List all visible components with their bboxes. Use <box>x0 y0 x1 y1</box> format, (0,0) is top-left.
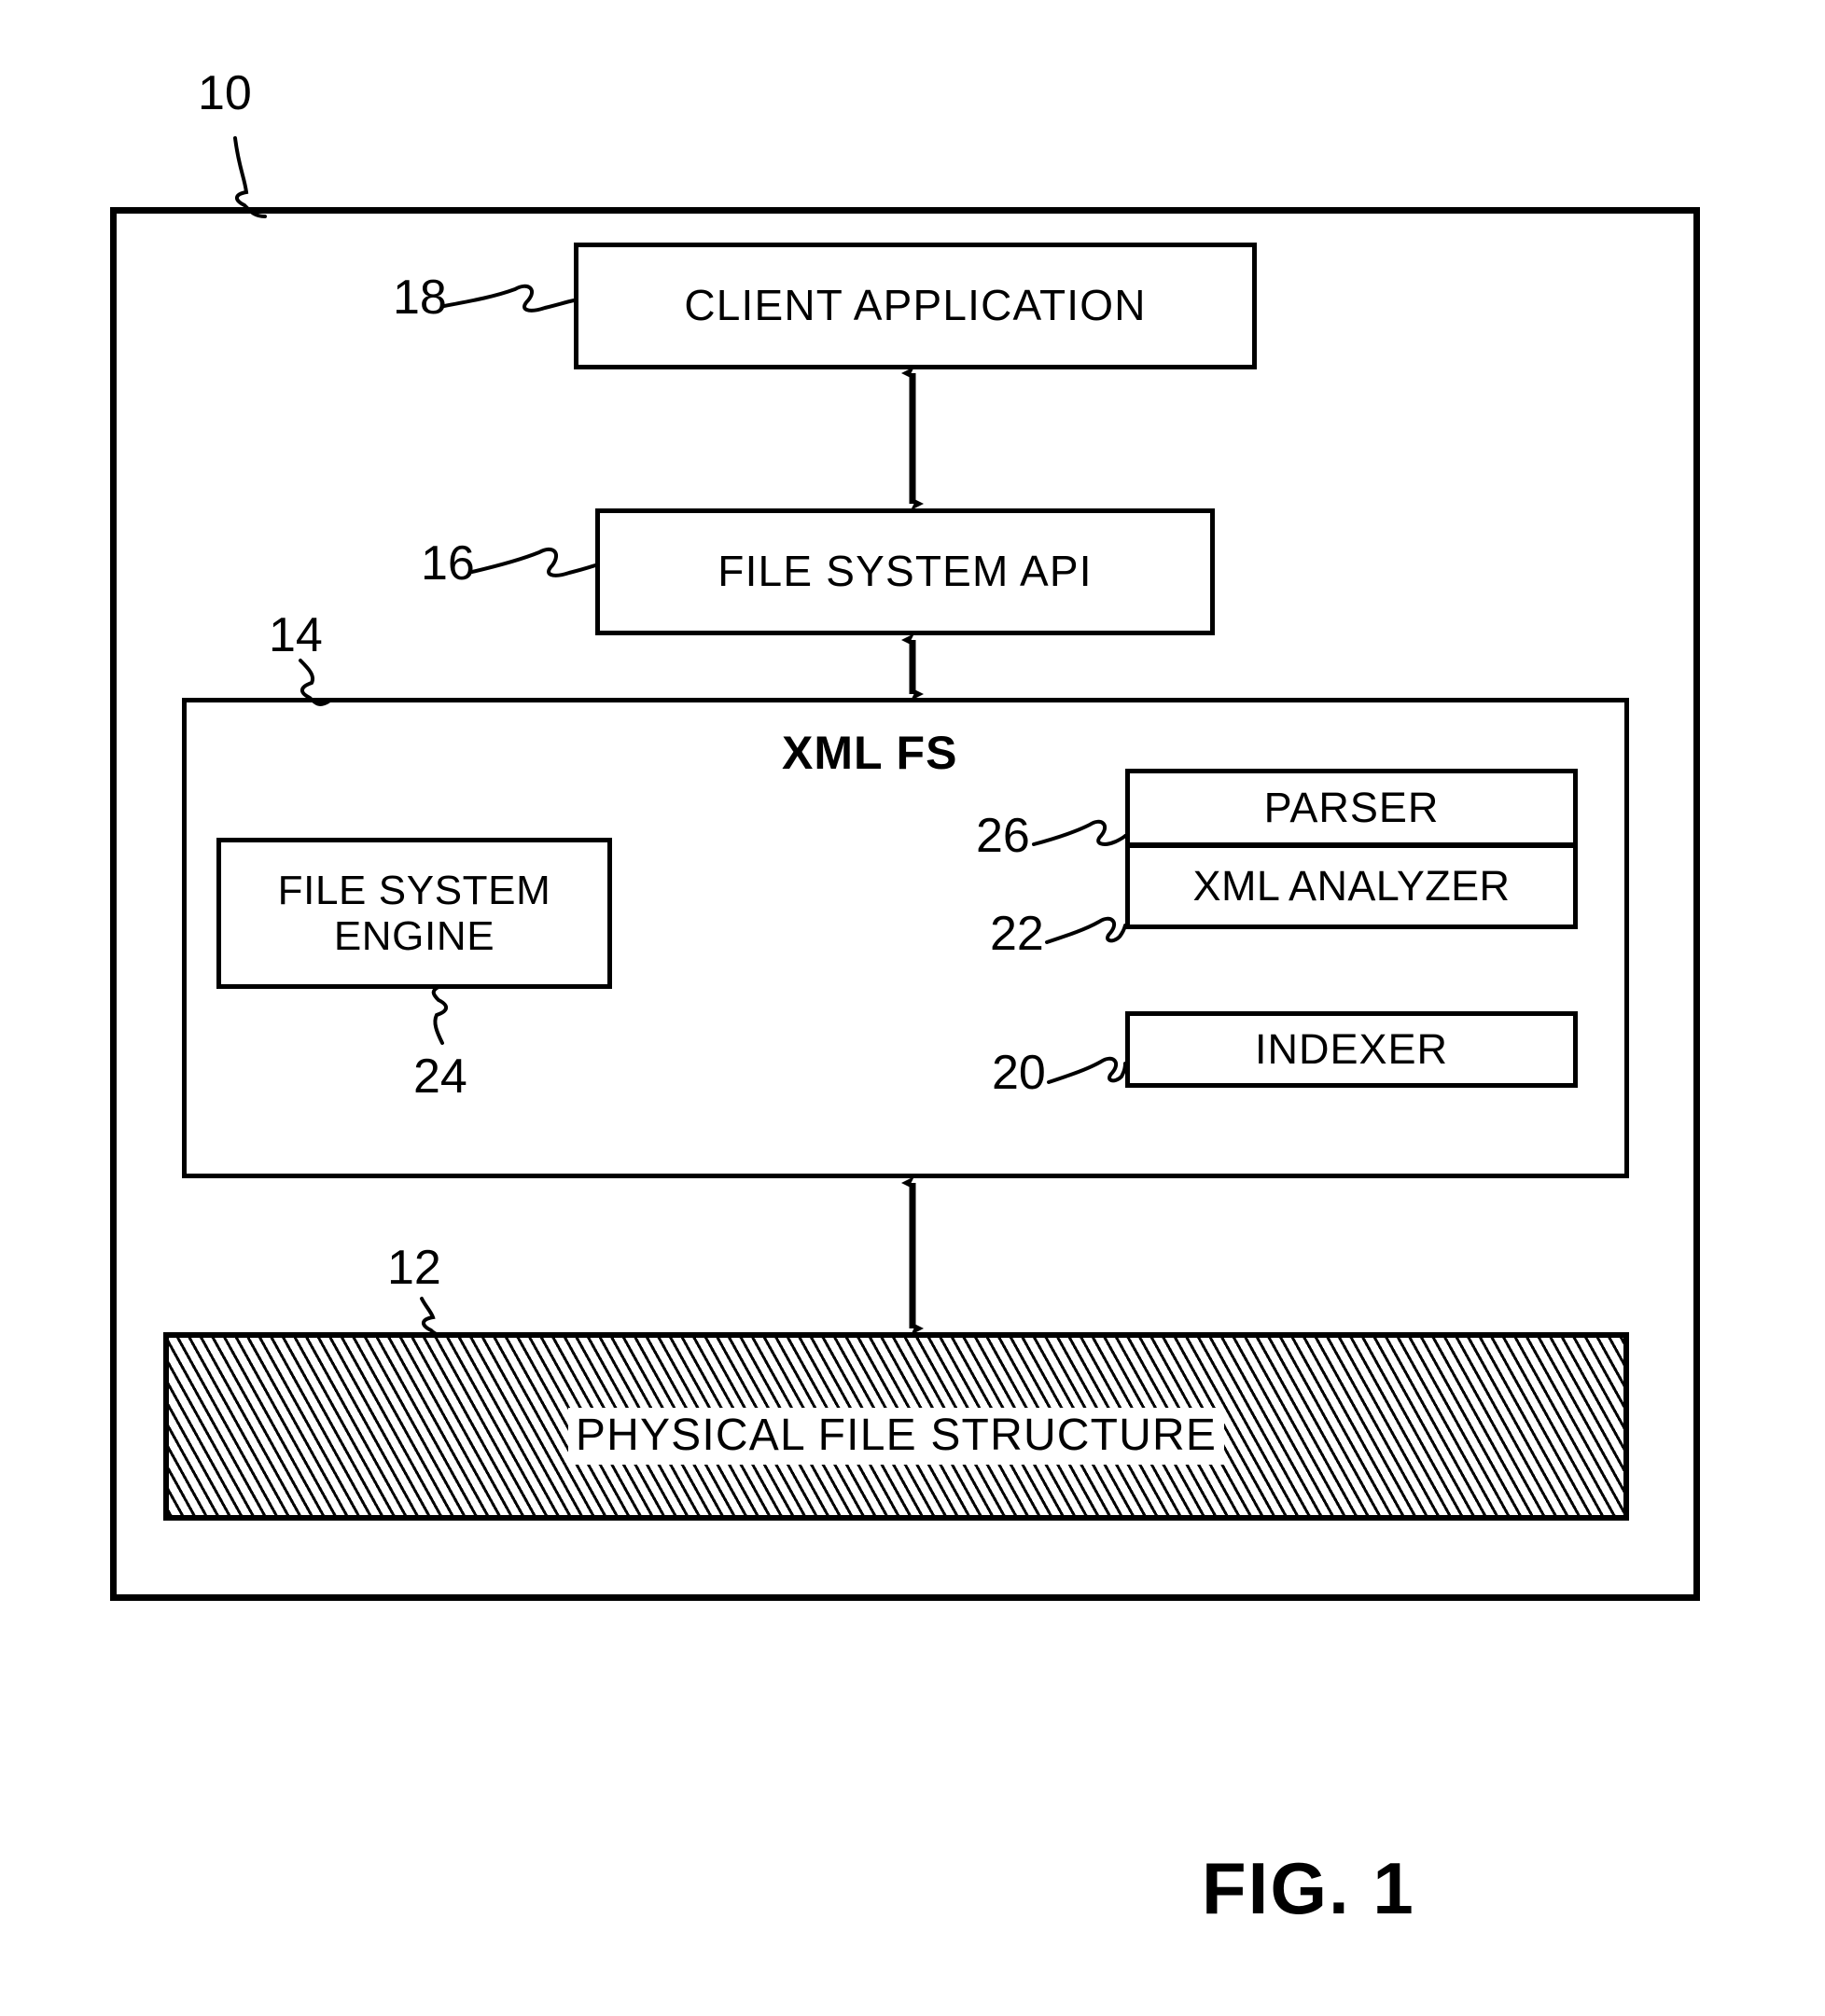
parser-label: PARSER <box>1263 783 1440 831</box>
client-application-label: CLIENT APPLICATION <box>684 281 1147 330</box>
reference-numeral-14: 14 <box>269 608 323 662</box>
reference-numeral-10: 10 <box>198 66 252 120</box>
patent-figure-page: CLIENT APPLICATION FILE SYSTEM API XML F… <box>0 0 1825 2016</box>
physical-file-structure-label: PHYSICAL FILE STRUCTURE <box>567 1407 1225 1465</box>
file-system-engine-label-line2: ENGINE <box>333 913 495 959</box>
parser-block: PARSER <box>1125 769 1578 845</box>
file-system-engine-block: FILE SYSTEM ENGINE <box>216 838 612 989</box>
file-system-engine-label-line1: FILE SYSTEM <box>277 867 551 913</box>
file-system-api-block: FILE SYSTEM API <box>595 508 1215 635</box>
physical-file-structure-block: PHYSICAL FILE STRUCTURE <box>163 1332 1629 1521</box>
reference-numeral-20: 20 <box>992 1046 1046 1100</box>
indexer-label: INDEXER <box>1254 1024 1449 1073</box>
file-system-api-label: FILE SYSTEM API <box>717 547 1093 596</box>
reference-numeral-24: 24 <box>413 1050 467 1104</box>
reference-numeral-22: 22 <box>990 907 1044 961</box>
reference-numeral-18: 18 <box>393 271 447 325</box>
reference-numeral-16: 16 <box>421 536 475 591</box>
indexer-block: INDEXER <box>1125 1011 1578 1088</box>
reference-numeral-12: 12 <box>387 1241 441 1295</box>
xml-analyzer-label: XML ANALYZER <box>1192 861 1511 910</box>
figure-caption: FIG. 1 <box>1202 1847 1415 1929</box>
reference-numeral-26: 26 <box>976 809 1030 863</box>
xml-fs-label: XML FS <box>782 727 958 779</box>
client-application-block: CLIENT APPLICATION <box>574 243 1257 369</box>
xml-analyzer-block: XML ANALYZER <box>1125 845 1578 929</box>
leader-line-10 <box>233 136 267 218</box>
